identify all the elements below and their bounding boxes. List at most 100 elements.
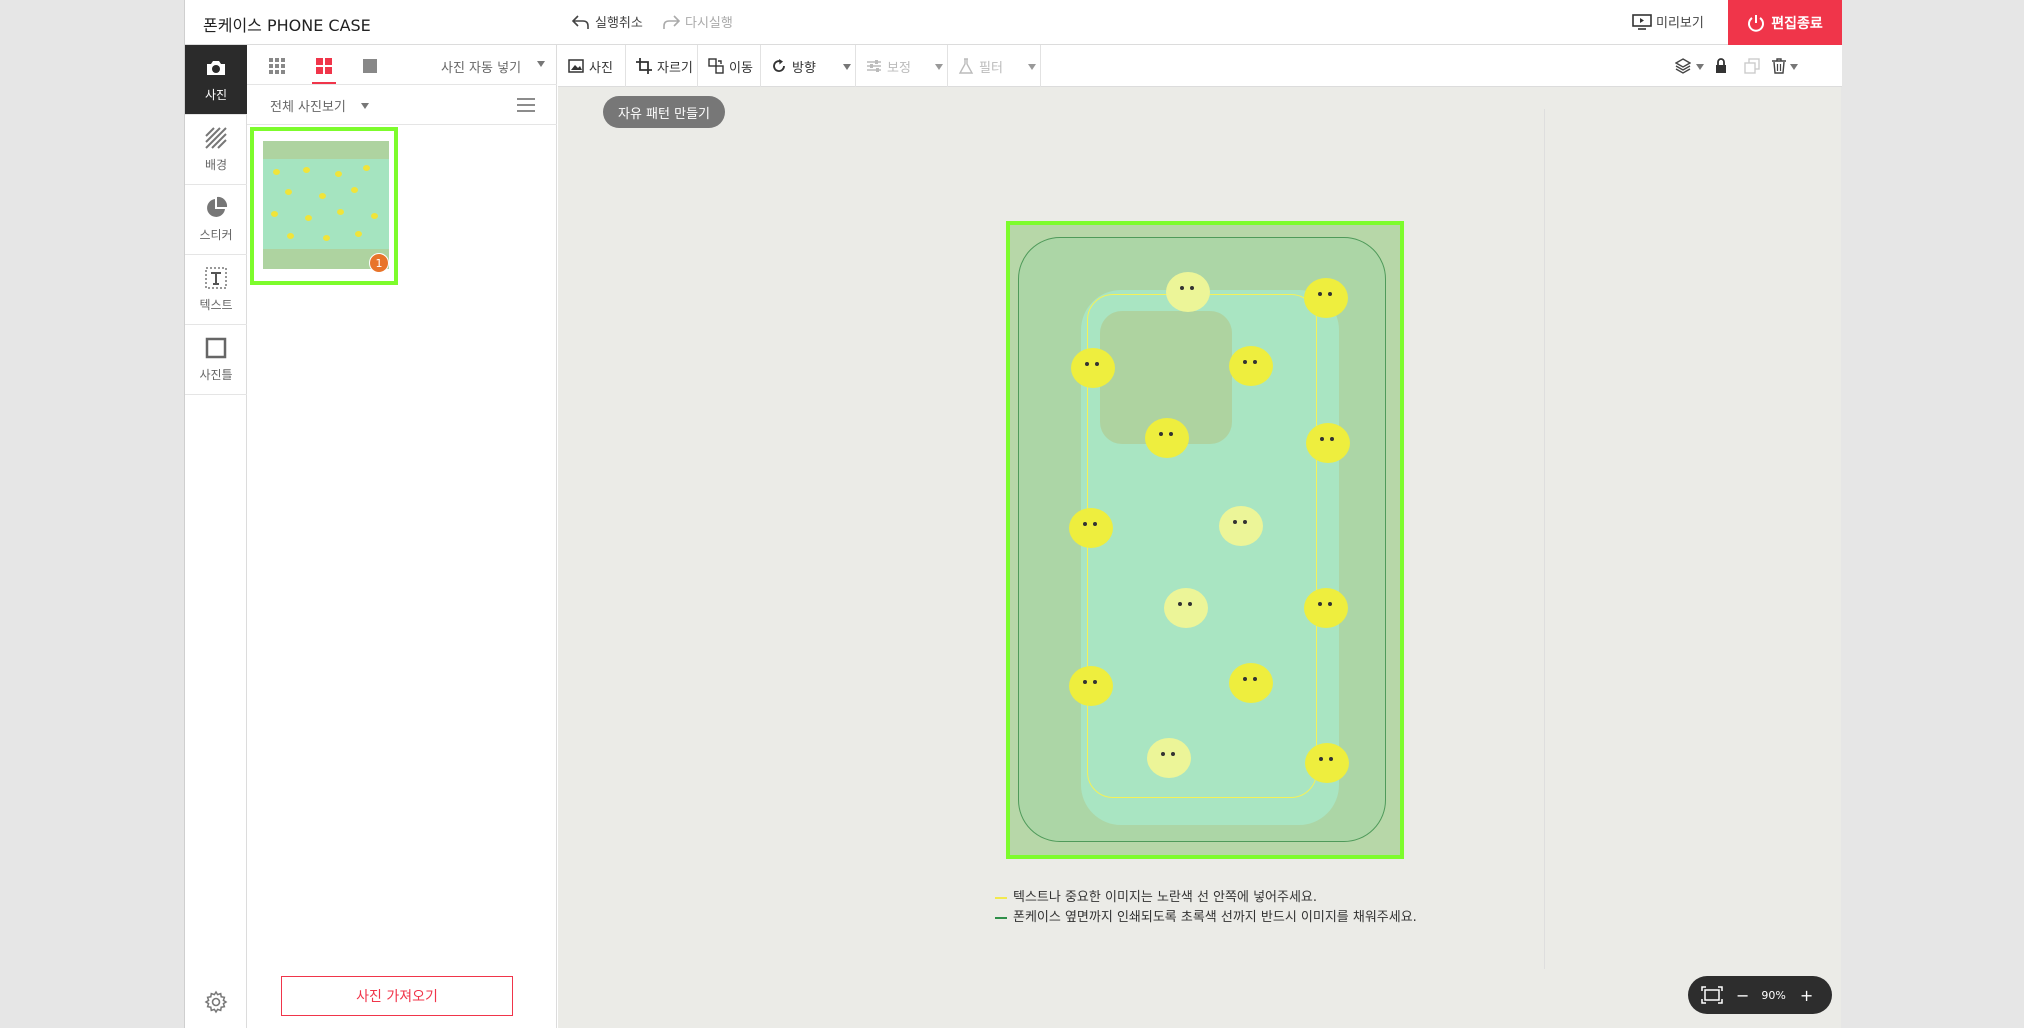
chick-sticker xyxy=(1304,278,1348,318)
menu-icon[interactable] xyxy=(517,97,535,113)
chick-dot xyxy=(273,169,280,175)
app-title: 폰케이스 PHONE CASE xyxy=(203,16,371,35)
redo-label: 다시실행 xyxy=(685,16,733,31)
preview-button[interactable]: 미리보기 xyxy=(1632,12,1704,31)
tab-single[interactable] xyxy=(358,54,382,78)
rail-item-background[interactable]: 배경 xyxy=(185,115,247,185)
thumbnail-pattern xyxy=(263,159,389,249)
photo-filter-row: 전체 사진보기 xyxy=(247,85,557,125)
chick-sticker xyxy=(1069,508,1113,548)
yellow-line-icon xyxy=(995,897,1007,899)
legend-bleed-area: 폰케이스 옆면까지 인쇄되도록 초록색 선까지 반드시 이미지를 채워주세요. xyxy=(995,908,1417,928)
finish-editing-button[interactable]: 편집종료 xyxy=(1728,0,1842,45)
image-icon xyxy=(568,59,584,73)
move-tool-button[interactable]: 이동 xyxy=(698,45,761,87)
zoom-out-button[interactable]: − xyxy=(1736,986,1749,1005)
free-pattern-button[interactable]: 자유 패턴 만들기 xyxy=(603,96,725,128)
adjust-tool-button[interactable]: 보정 xyxy=(856,45,948,87)
safe-area-line xyxy=(1087,294,1317,798)
zoom-in-button[interactable]: + xyxy=(1800,986,1813,1005)
chevron-down-icon[interactable] xyxy=(935,64,943,70)
grid-large-icon xyxy=(316,58,332,74)
chick-dot xyxy=(351,187,358,193)
camera-icon xyxy=(207,61,225,75)
single-view-icon xyxy=(363,59,377,73)
chick-dot xyxy=(271,211,278,217)
pie-icon xyxy=(207,196,228,217)
fit-screen-icon xyxy=(1701,986,1723,1004)
legend-safe-area: 텍스트나 중요한 이미지는 노란색 선 안쪽에 넣어주세요. xyxy=(995,888,1417,908)
chick-dot xyxy=(287,233,294,239)
green-line-icon xyxy=(995,917,1007,919)
view-all-dropdown[interactable]: 전체 사진보기 xyxy=(270,96,346,115)
rail-item-frame[interactable]: 사진틀 xyxy=(185,325,247,395)
chevron-down-icon[interactable] xyxy=(843,64,851,70)
fit-screen-button[interactable] xyxy=(1700,985,1724,1005)
legend-bleed-area-text: 폰케이스 옆면까지 인쇄되도록 초록색 선까지 반드시 이미지를 채워주세요. xyxy=(1013,910,1417,925)
editing-canvas[interactable]: 자유 패턴 만들기 텍스트나 중요한 이미지는 노란색 선 안쪽에 넣어주세요.… xyxy=(558,87,1841,1028)
grid-small-icon xyxy=(269,58,285,74)
rail-label-sticker: 스티커 xyxy=(199,228,233,242)
auto-fill-dropdown[interactable]: 사진 자동 넣기 xyxy=(441,57,521,76)
redo-icon xyxy=(663,14,681,29)
photo-thumbnail[interactable]: 1 xyxy=(250,127,398,285)
chick-dot xyxy=(371,213,378,219)
rail-item-text[interactable]: 텍스트 xyxy=(185,255,247,325)
chick-sticker xyxy=(1304,588,1348,628)
chick-dot xyxy=(363,165,370,171)
chick-dot xyxy=(355,231,362,237)
rail-label-photo: 사진 xyxy=(204,88,228,102)
import-photos-button[interactable]: 사진 가져오기 xyxy=(281,976,513,1016)
adjust-tool-label: 보정 xyxy=(887,60,911,76)
sliders-icon xyxy=(867,60,881,72)
tab-grid-small[interactable] xyxy=(265,54,289,78)
rail-item-sticker[interactable]: 스티커 xyxy=(185,185,247,255)
chevron-down-icon[interactable] xyxy=(1696,64,1704,70)
view-tabs: 사진 자동 넣기 xyxy=(247,45,557,85)
header-bar: 폰케이스 PHONE CASE 실행취소 다시실행 미리보기 편집종료 xyxy=(185,0,1842,45)
photo-panel: 사진 자동 넣기 전체 사진보기 1 사진 가져오기 xyxy=(247,45,557,1028)
text-icon xyxy=(205,267,227,289)
chevron-down-icon[interactable] xyxy=(361,103,369,109)
canvas-divider xyxy=(1544,109,1545,969)
filter-tool-button[interactable]: 필터 xyxy=(948,45,1041,87)
chick-sticker xyxy=(1145,418,1189,458)
redo-button[interactable]: 다시실행 xyxy=(661,12,733,31)
finish-label: 편집종료 xyxy=(1771,15,1823,32)
rail-label-background: 배경 xyxy=(204,158,228,172)
chick-sticker xyxy=(1147,738,1191,778)
chevron-down-icon[interactable] xyxy=(537,61,545,67)
trash-icon[interactable] xyxy=(1771,58,1787,74)
monitor-icon xyxy=(1632,13,1652,30)
guide-legend: 텍스트나 중요한 이미지는 노란색 선 안쪽에 넣어주세요. 폰케이스 옆면까지… xyxy=(995,888,1417,928)
undo-icon xyxy=(571,14,589,29)
chick-dot xyxy=(319,193,326,199)
undo-button[interactable]: 실행취소 xyxy=(571,12,643,31)
copy-icon[interactable] xyxy=(1744,58,1760,74)
layers-icon[interactable] xyxy=(1675,58,1691,74)
power-icon xyxy=(1748,14,1765,32)
chick-sticker xyxy=(1229,346,1273,386)
chick-sticker xyxy=(1219,506,1263,546)
rail-label-frame: 사진틀 xyxy=(199,368,233,382)
chevron-down-icon[interactable] xyxy=(1790,64,1798,70)
move-icon xyxy=(708,58,724,74)
lock-icon[interactable] xyxy=(1713,58,1729,74)
chevron-down-icon[interactable] xyxy=(1028,64,1036,70)
rail-item-photo[interactable]: 사진 xyxy=(185,45,247,115)
photo-tool-label: 사진 xyxy=(589,60,613,76)
chick-sticker xyxy=(1164,588,1208,628)
tab-grid-large[interactable] xyxy=(312,54,336,84)
crop-tool-button[interactable]: 자르기 xyxy=(626,45,698,87)
gear-icon[interactable] xyxy=(204,990,228,1014)
thumbnail-image: 1 xyxy=(263,141,389,273)
editor-app: 폰케이스 PHONE CASE 실행취소 다시실행 미리보기 편집종료 사진 배… xyxy=(184,0,1842,1028)
chick-sticker xyxy=(1166,272,1210,312)
phone-case-design-area[interactable] xyxy=(1006,221,1404,859)
filter-tool-label: 필터 xyxy=(979,60,1003,76)
chick-dot xyxy=(303,167,310,173)
tool-rail: 사진 배경 스티커 텍스트 사진틀 xyxy=(185,45,247,1028)
phone-case-bleed-area xyxy=(1018,237,1386,842)
rotate-tool-button[interactable]: 방향 xyxy=(761,45,856,87)
photo-tool-button[interactable]: 사진 xyxy=(558,45,626,87)
